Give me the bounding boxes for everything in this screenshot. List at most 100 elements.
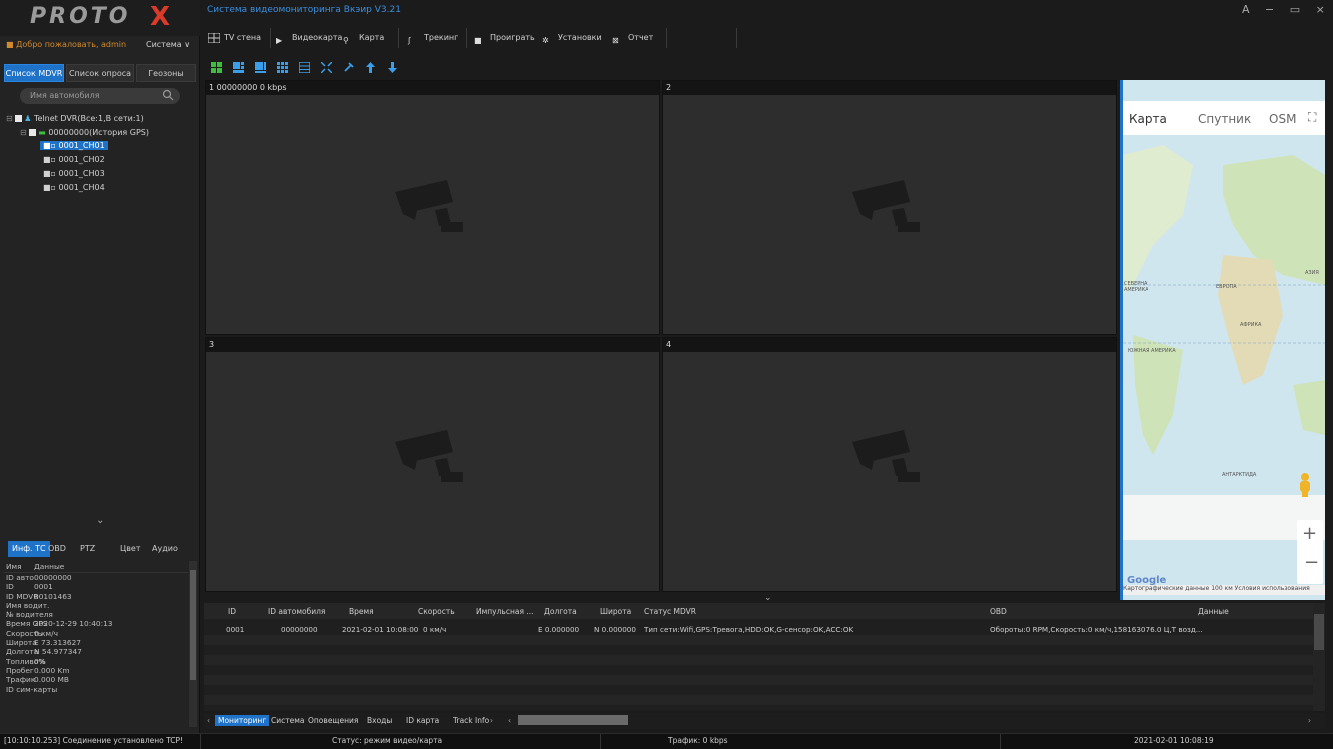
camera-placeholder-icon xyxy=(395,180,463,232)
cell: N 54.977347 xyxy=(34,647,82,657)
divider xyxy=(1000,734,1001,749)
tab-geozones[interactable]: Геозоны xyxy=(136,64,196,82)
column-header[interactable]: Скорость xyxy=(418,607,455,616)
tab-ptz[interactable]: PTZ xyxy=(80,541,95,557)
cell: Пробег xyxy=(6,665,34,675)
column-header[interactable]: Долгота xyxy=(544,607,577,616)
table-scrollbar-thumb[interactable] xyxy=(1314,614,1324,650)
table-row: № водителя xyxy=(4,610,188,619)
info-scrollbar-thumb[interactable] xyxy=(190,570,196,680)
tab-obd[interactable]: OBD xyxy=(48,541,66,557)
window-controls[interactable]: A − ▭ × xyxy=(1242,3,1331,16)
playback-button[interactable]: ■ Проиграть xyxy=(474,30,535,46)
map-label: ЕВРОПА xyxy=(1216,284,1237,290)
layout-4-icon[interactable] xyxy=(211,62,222,73)
welcome-label: Добро пожаловать, admin xyxy=(16,40,127,49)
map-pin-icon: ⚲ xyxy=(343,35,349,45)
layout-16-icon[interactable] xyxy=(299,62,310,73)
map-label: АНТАРКТИДА xyxy=(1222,472,1257,478)
pin-icon[interactable] xyxy=(343,62,354,73)
chevron-left-icon[interactable]: ‹ xyxy=(207,716,210,725)
chevron-down-icon[interactable]: ⌄ xyxy=(764,593,772,603)
layout-8-icon[interactable] xyxy=(255,62,266,73)
tab-monitoring[interactable]: Мониторинг xyxy=(215,715,270,726)
column-header[interactable]: Время xyxy=(349,607,374,616)
tab-system[interactable]: Система xyxy=(271,716,304,725)
map-button[interactable]: ⚲ Карта xyxy=(343,30,384,46)
divider xyxy=(270,28,271,48)
search-placeholder: Имя автомобиля xyxy=(30,91,100,100)
arrow-up-icon[interactable] xyxy=(365,62,376,73)
tree-channel-1[interactable]: ■▫ 0001_CH01 xyxy=(40,141,108,150)
tree-channel-4[interactable]: ■▫ 0001_CH04 xyxy=(43,183,105,192)
column-header[interactable]: Статус MDVR xyxy=(644,607,696,616)
column-header[interactable]: OBD xyxy=(990,607,1007,616)
tab-osm[interactable]: OSM xyxy=(1269,112,1296,126)
tab-color[interactable]: Цвет xyxy=(120,541,141,557)
tree-channel-2[interactable]: ■▫ 0001_CH02 xyxy=(43,155,105,164)
column-header[interactable]: Импульсная ... xyxy=(476,607,534,616)
layout-6-icon[interactable] xyxy=(233,62,244,73)
pegman-icon[interactable] xyxy=(1296,472,1314,498)
fullscreen-icon[interactable] xyxy=(321,62,332,73)
videomap-button[interactable]: ▶ Видеокарта xyxy=(276,30,342,46)
divider xyxy=(200,734,201,749)
left-tabs: Список MDVR Список опроса Геозоны xyxy=(4,64,196,82)
column-header[interactable]: ID автомобиля xyxy=(268,607,325,616)
checkbox-icon[interactable] xyxy=(29,129,37,136)
zoom-in-button[interactable]: + xyxy=(1302,523,1317,544)
cell: N 0.000000 xyxy=(594,625,636,634)
cell: 0% xyxy=(34,656,46,666)
tree-vehicle[interactable]: ⊟ ▬ 00000000(История GPS) xyxy=(20,128,149,137)
table-row: Топливо% 0% xyxy=(4,657,188,666)
arrow-down-icon[interactable] xyxy=(387,62,398,73)
tracking-button[interactable]: ʃ Трекинг xyxy=(408,30,458,46)
tab-mdvr-list[interactable]: Список MDVR xyxy=(4,64,64,82)
toolbar-label: Карта xyxy=(359,33,385,42)
chevron-right-icon[interactable]: › xyxy=(490,716,493,725)
world-map[interactable] xyxy=(1123,135,1325,585)
channel-label: 0001_CH02 xyxy=(58,155,105,164)
settings-button[interactable]: ✲ Установки xyxy=(542,30,602,46)
search-icon[interactable] xyxy=(162,89,174,101)
status-traffic: Трафик: 0 kbps xyxy=(668,736,728,745)
tab-map[interactable]: Карта xyxy=(1129,112,1167,126)
layout-9-icon[interactable] xyxy=(277,62,288,73)
cell: 00000000 xyxy=(34,573,72,582)
fullscreen-icon[interactable]: ⛶ xyxy=(1308,110,1316,125)
channel-label: 0001_CH03 xyxy=(58,169,105,178)
cell: Широта xyxy=(6,638,37,648)
tv-wall-button[interactable]: TV стена xyxy=(208,30,261,46)
tab-id-card[interactable]: ID карта xyxy=(406,716,439,725)
window-title: Система видеомониторинга Вкэир V3.21 xyxy=(207,5,401,15)
column-header[interactable]: Широта xyxy=(600,607,631,616)
tree-root[interactable]: ⊟ ♟ Telnet DVR(Все:1,В сети:1) xyxy=(6,114,144,123)
chevron-down-icon[interactable]: ⌄ xyxy=(96,515,104,526)
column-header[interactable]: ID xyxy=(228,607,236,616)
tab-alerts[interactable]: Оповещения xyxy=(308,716,358,725)
cell: 0 км/ч xyxy=(34,628,58,638)
tab-audio[interactable]: Аудио xyxy=(152,541,178,557)
row-stripe xyxy=(204,675,1313,685)
report-button[interactable]: ⊠ Отчет xyxy=(612,30,653,46)
tree-channel-3[interactable]: ■▫ 0001_CH03 xyxy=(43,169,105,178)
column-header[interactable]: Данные xyxy=(1198,607,1229,616)
vehicle-online-icon: ▬ xyxy=(38,128,46,137)
chevron-right-icon[interactable]: › xyxy=(1308,716,1311,725)
tab-inputs[interactable]: Входы xyxy=(367,716,392,725)
checkbox-icon[interactable] xyxy=(15,115,23,122)
chevron-left-icon[interactable]: ‹ xyxy=(508,716,511,725)
horizontal-scrollbar-thumb[interactable] xyxy=(518,715,628,725)
tab-vehicle-info[interactable]: Инф. ТС xyxy=(8,541,50,557)
system-menu-button[interactable]: Система ∨ xyxy=(146,40,190,49)
divider xyxy=(600,734,601,749)
map-copyright[interactable]: Картографические данные 100 км Условия и… xyxy=(1123,585,1325,595)
zoom-out-button[interactable]: − xyxy=(1304,552,1319,573)
tab-poll-list[interactable]: Список опроса xyxy=(66,64,134,82)
logo: PROTO xyxy=(30,4,131,29)
tab-satellite[interactable]: Спутник xyxy=(1198,112,1251,126)
map-label: ЮЖНАЯ АМЕРИКА xyxy=(1128,348,1176,354)
route-icon: ʃ xyxy=(408,35,411,45)
pane-label: 3 xyxy=(206,338,659,352)
tab-track-info[interactable]: Track Info xyxy=(453,716,489,725)
